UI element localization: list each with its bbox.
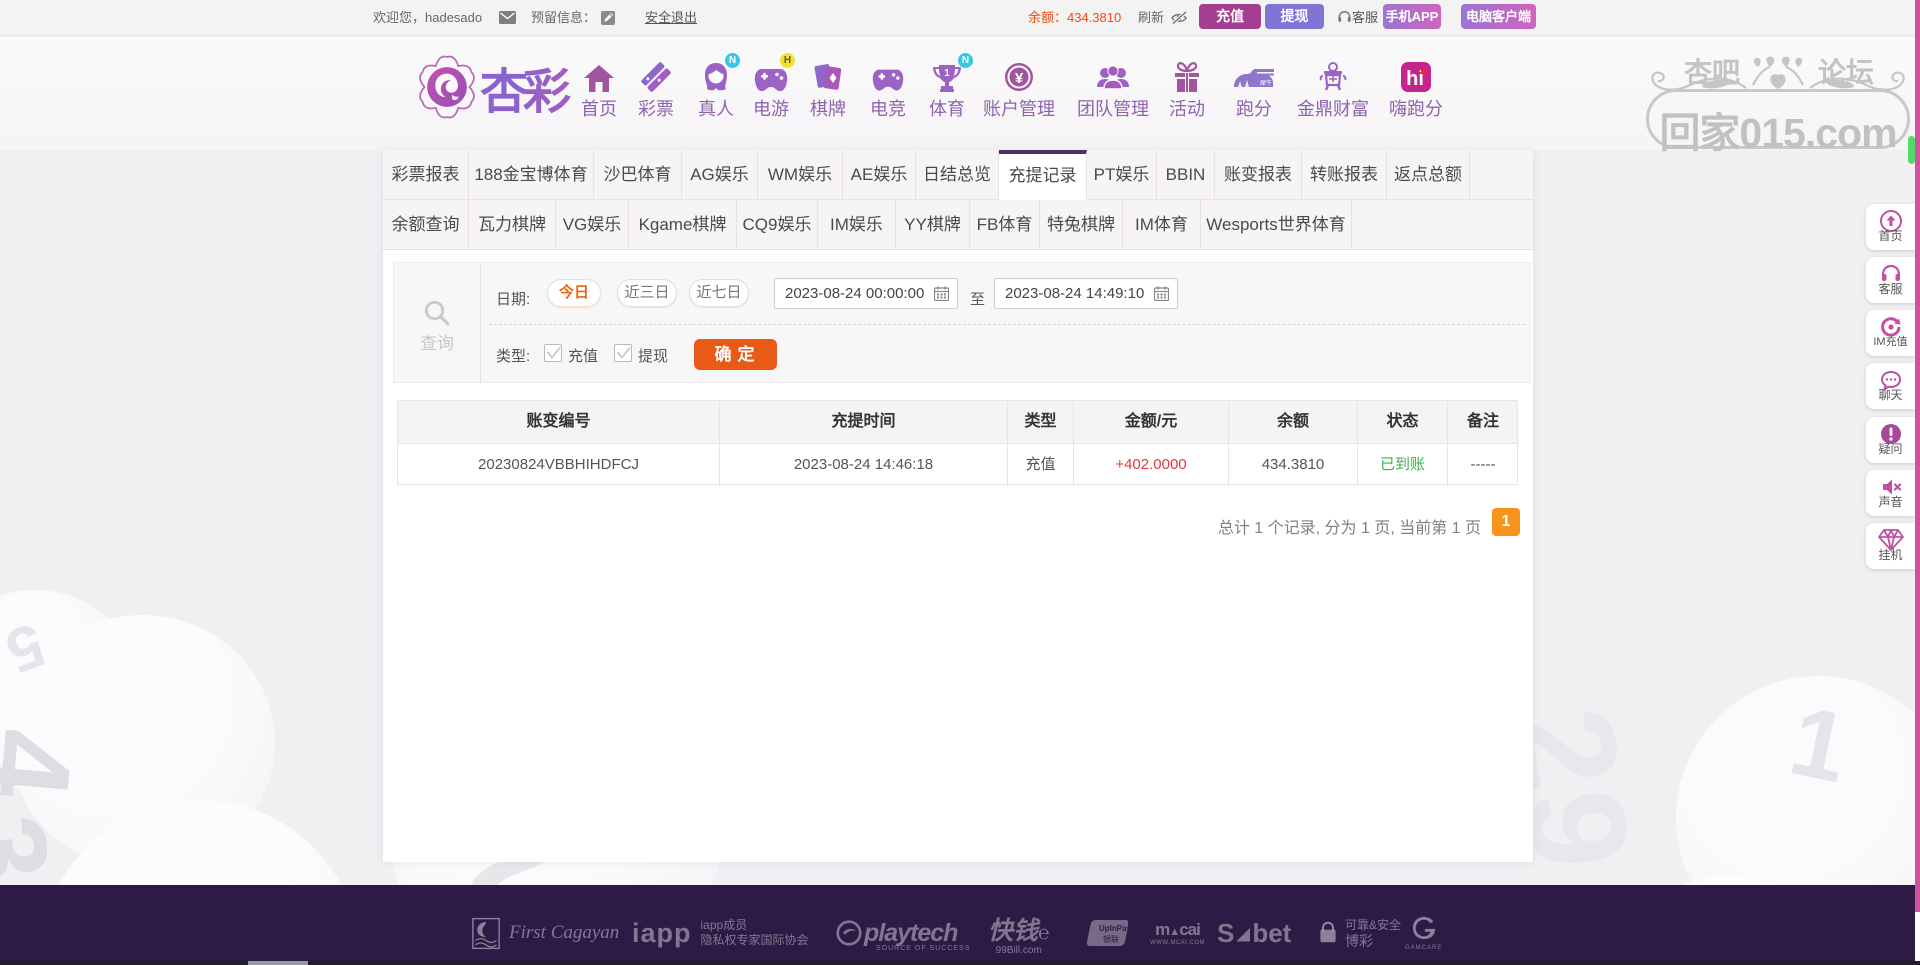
svg-text:UpInPay: UpInPay — [1099, 924, 1128, 933]
svg-text:银联: 银联 — [1103, 934, 1119, 944]
